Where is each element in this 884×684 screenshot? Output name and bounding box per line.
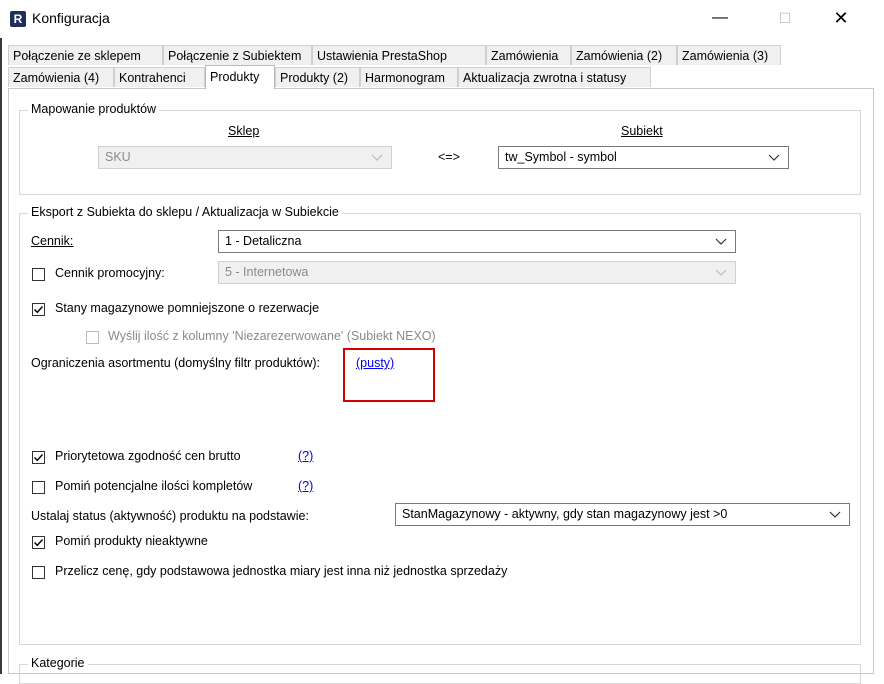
subiekt-field-value: tw_Symbol - symbol: [505, 150, 617, 164]
chevron-down-icon: [768, 151, 780, 163]
gross-price-label: Priorytetowa zgodność cen brutto: [55, 449, 241, 463]
status-basis-select[interactable]: StanMagazynowy - aktywny, gdy stan magaz…: [395, 503, 850, 526]
skip-inactive-label: Pomiń produkty nieaktywne: [55, 534, 208, 548]
chevron-down-icon: [715, 266, 727, 278]
status-basis-value: StanMagazynowy - aktywny, gdy stan magaz…: [402, 507, 728, 521]
pricelist-label: Cennik:: [31, 234, 74, 248]
shop-field-select[interactable]: SKU: [98, 146, 392, 169]
tab-ustawienia-prestashop[interactable]: Ustawienia PrestaShop: [312, 45, 486, 65]
window-left-edge: [0, 38, 2, 674]
promo-pricelist-select[interactable]: 5 - Internetowa: [218, 261, 736, 284]
skip-kits-help-link[interactable]: (?): [298, 479, 313, 493]
stock-reservation-checkbox[interactable]: [32, 303, 45, 316]
recalc-price-checkbox[interactable]: [32, 566, 45, 579]
shop-field-value: SKU: [105, 150, 131, 164]
group-categories-title: Kategorie: [28, 656, 88, 670]
tab-zamowienia-2[interactable]: Zamówienia (2): [571, 45, 677, 65]
tab-kontrahenci[interactable]: Kontrahenci: [114, 67, 205, 87]
checkmark-icon: [34, 306, 44, 314]
title-bar: [0, 0, 884, 38]
tab-harmonogram[interactable]: Harmonogram: [360, 67, 458, 87]
tab-zamowienia-3[interactable]: Zamówienia (3): [677, 45, 781, 65]
tab-polaczenie-ze-sklepem[interactable]: Połączenie ze sklepem: [8, 45, 163, 65]
stock-reservation-label: Stany magazynowe pomniejszone o rezerwac…: [55, 301, 320, 315]
chevron-down-icon: [715, 235, 727, 247]
window-title: Konfiguracja: [32, 10, 110, 26]
gross-price-help-link[interactable]: (?): [298, 449, 313, 463]
promo-pricelist-checkbox[interactable]: [32, 268, 45, 281]
skip-kits-checkbox[interactable]: [32, 481, 45, 494]
checkmark-icon: [34, 454, 44, 462]
restriction-label: Ograniczenia asortmentu (domyślny filtr …: [31, 356, 321, 370]
subiekt-column-label: Subiekt: [621, 124, 663, 138]
promo-pricelist-value: 5 - Internetowa: [225, 265, 309, 279]
gross-price-checkbox[interactable]: [32, 451, 45, 464]
checkmark-icon: [34, 539, 44, 547]
group-categories: Kategorie: [19, 656, 861, 684]
maximize-button[interactable]: ☐: [770, 6, 800, 30]
promo-pricelist-label: Cennik promocyjny:: [55, 266, 165, 280]
nexo-unreserved-label: Wyślij ilość z kolumny 'Niezarezerwowane…: [108, 329, 436, 343]
tab-zamowienia-4[interactable]: Zamówienia (4): [8, 67, 114, 87]
group-export-title: Eksport z Subiekta do sklepu / Aktualiza…: [28, 205, 342, 219]
close-button[interactable]: ✕: [826, 6, 856, 30]
tab-zamowienia[interactable]: Zamówienia: [486, 45, 571, 65]
chevron-down-icon: [371, 151, 383, 163]
restriction-filter-link[interactable]: (pusty): [356, 356, 394, 370]
recalc-price-label: Przelicz cenę, gdy podstawowa jednostka …: [55, 564, 508, 578]
nexo-unreserved-checkbox[interactable]: [86, 331, 99, 344]
tab-aktualizacja-zwrotna[interactable]: Aktualizacja zwrotna i statusy: [458, 67, 651, 87]
tab-produkty-2[interactable]: Produkty (2): [275, 67, 360, 87]
tab-produkty[interactable]: Produkty: [205, 65, 275, 89]
app-logo-icon: R: [10, 11, 26, 27]
chevron-down-icon: [829, 508, 841, 520]
mapping-arrow: <=>: [438, 150, 460, 164]
group-mapping-title: Mapowanie produktów: [28, 102, 160, 116]
pricelist-value: 1 - Detaliczna: [225, 234, 302, 248]
shop-column-label: Sklep: [228, 124, 260, 138]
pricelist-select[interactable]: 1 - Detaliczna: [218, 230, 736, 253]
skip-inactive-checkbox[interactable]: [32, 536, 45, 549]
minimize-button[interactable]: —: [705, 6, 735, 30]
skip-kits-label: Pomiń potencjalne ilości kompletów: [55, 479, 253, 493]
subiekt-field-select[interactable]: tw_Symbol - symbol: [498, 146, 789, 169]
tab-polaczenie-z-subiektem[interactable]: Połączenie z Subiektem: [163, 45, 312, 65]
status-basis-label: Ustalaj status (aktywność) produktu na p…: [31, 509, 309, 523]
